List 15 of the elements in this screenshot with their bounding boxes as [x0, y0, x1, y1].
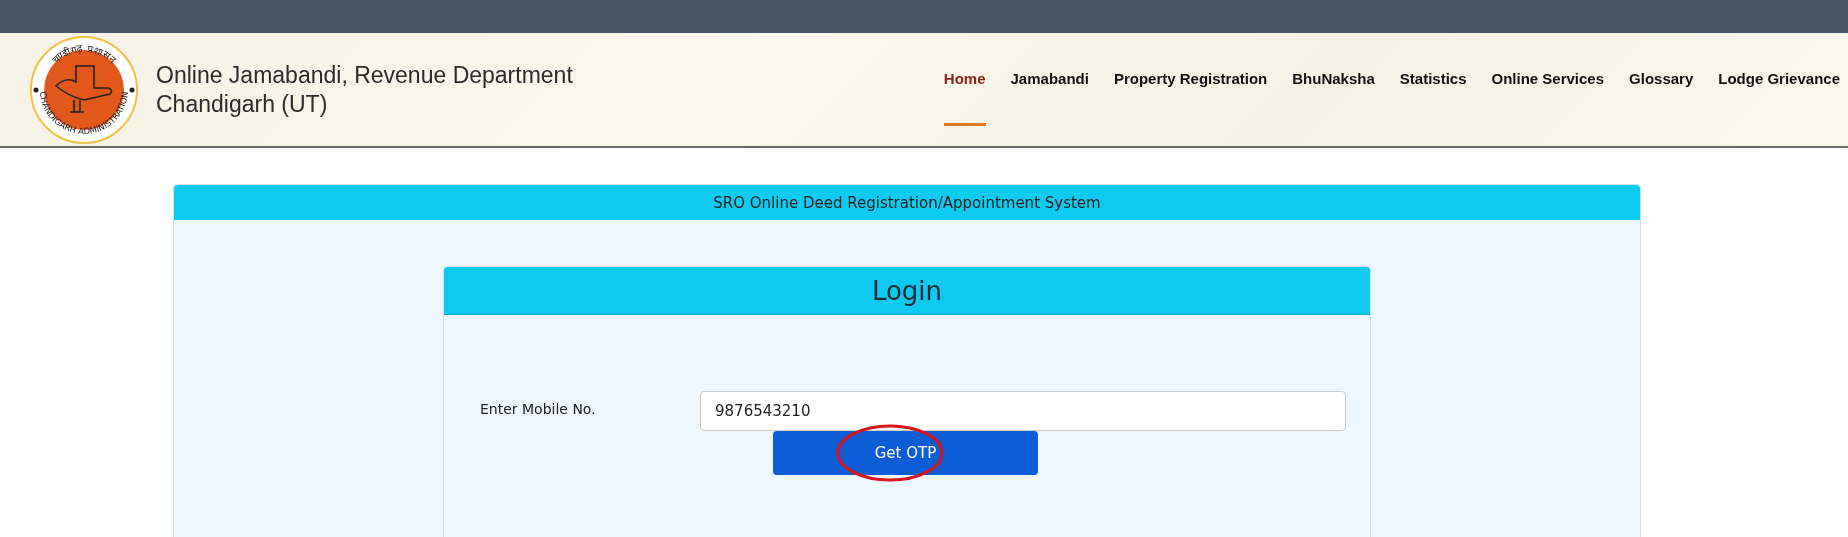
mobile-input[interactable]: 9876543210 — [700, 391, 1346, 431]
nav-link[interactable]: Home — [943, 33, 986, 126]
nav-link[interactable]: Jamabandi — [1010, 33, 1089, 126]
panel-title: SRO Online Deed Registration/Appointment System — [174, 185, 1640, 220]
nav-link[interactable]: Glossary — [1629, 33, 1694, 126]
nav-link[interactable]: Online Services — [1491, 33, 1605, 126]
login-title: Login — [444, 267, 1370, 315]
nav-link[interactable]: BhuNaksha — [1292, 33, 1375, 126]
nav-link[interactable]: Statistics — [1399, 33, 1467, 126]
field-label: Enter Mobile No. — [480, 401, 597, 417]
site-title: Online Jamabandi, Revenue Department — [156, 60, 574, 90]
nav-link[interactable]: Property Registration — [1113, 33, 1268, 126]
nav-link[interactable]: Lodge Grievance — [1718, 33, 1840, 126]
site-title: Chandigarh (UT) — [156, 89, 329, 119]
get-otp-button[interactable]: Get OTP — [773, 431, 1038, 475]
